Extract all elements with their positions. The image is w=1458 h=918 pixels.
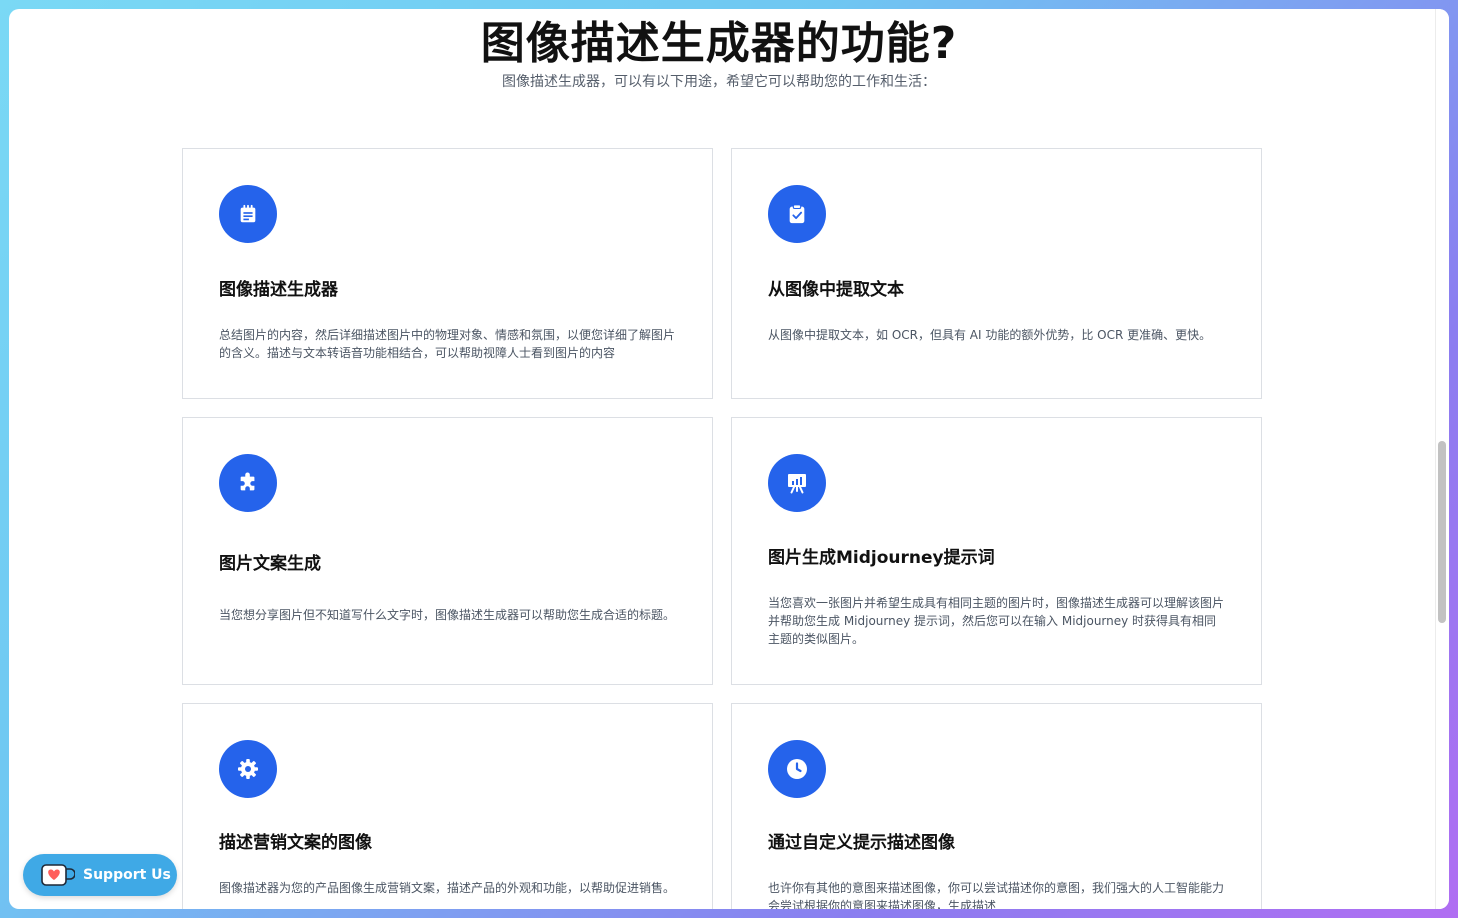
- feature-card-caption-generation: 图片文案生成 当您想分享图片但不知道写什么文字时，图像描述生成器可以帮助您生成合…: [182, 417, 713, 685]
- gear-icon: [219, 740, 277, 798]
- clock-icon: [768, 740, 826, 798]
- puzzle-icon: [219, 454, 277, 512]
- notepad-icon: [219, 185, 277, 243]
- scrollbar-track[interactable]: [1435, 9, 1449, 909]
- browser-window: 图像描述生成器的功能? 图像描述生成器，可以有以下用途，希望它可以帮助您的工作和…: [9, 9, 1449, 909]
- scrollbar-thumb[interactable]: [1438, 441, 1446, 623]
- kofi-cup-icon: [41, 864, 75, 886]
- presentation-chart-icon: [768, 454, 826, 512]
- page-subtitle: 图像描述生成器，可以有以下用途，希望它可以帮助您的工作和生活：: [502, 74, 936, 90]
- feature-card-midjourney-prompt: 图片生成Midjourney提示词 当您喜欢一张图片并希望生成具有相同主题的图片…: [731, 417, 1262, 685]
- support-us-button[interactable]: Support Us: [23, 854, 177, 896]
- support-us-label: Support Us: [83, 867, 171, 883]
- feature-card-image-description: 图像描述生成器 总结图片的内容，然后详细描述图片中的物理对象、情感和氛围，以便您…: [182, 148, 713, 399]
- feature-card-marketing-copy: 描述营销文案的图像 图像描述器为您的产品图像生成营销文案，描述产品的外观和功能，…: [182, 703, 713, 909]
- feature-title: 通过自定义提示描述图像: [768, 833, 955, 853]
- feature-card-custom-prompt: 通过自定义提示描述图像 也许你有其他的意图来描述图像，你可以尝试描述你的意图，我…: [731, 703, 1262, 909]
- feature-title: 从图像中提取文本: [768, 280, 904, 300]
- page-title: 图像描述生成器的功能?: [480, 18, 958, 69]
- feature-description: 当您想分享图片但不知道写什么文字时，图像描述生成器可以帮助您生成合适的标题。: [219, 608, 676, 622]
- clipboard-check-icon: [768, 185, 826, 243]
- feature-title: 图片生成Midjourney提示词: [768, 548, 995, 568]
- feature-card-text-extraction: 从图像中提取文本 从图像中提取文本，如 OCR，但具有 AI 功能的额外优势，比…: [731, 148, 1262, 399]
- feature-description: 图像描述器为您的产品图像生成营销文案，描述产品的外观和功能，以帮助促进销售。: [219, 881, 676, 895]
- feature-title: 图片文案生成: [219, 554, 321, 574]
- feature-description: 总结图片的内容，然后详细描述图片中的物理对象、情感和氛围，以便您详细了解图片的含…: [219, 328, 676, 360]
- feature-description: 也许你有其他的意图来描述图像，你可以尝试描述你的意图，我们强大的人工智能能力会尝…: [768, 881, 1225, 909]
- feature-title: 描述营销文案的图像: [219, 833, 372, 853]
- feature-description: 当您喜欢一张图片并希望生成具有相同主题的图片时，图像描述生成器可以理解该图片并帮…: [768, 596, 1225, 646]
- feature-title: 图像描述生成器: [219, 280, 338, 300]
- feature-description: 从图像中提取文本，如 OCR，但具有 AI 功能的额外优势，比 OCR 更准确、…: [768, 328, 1212, 342]
